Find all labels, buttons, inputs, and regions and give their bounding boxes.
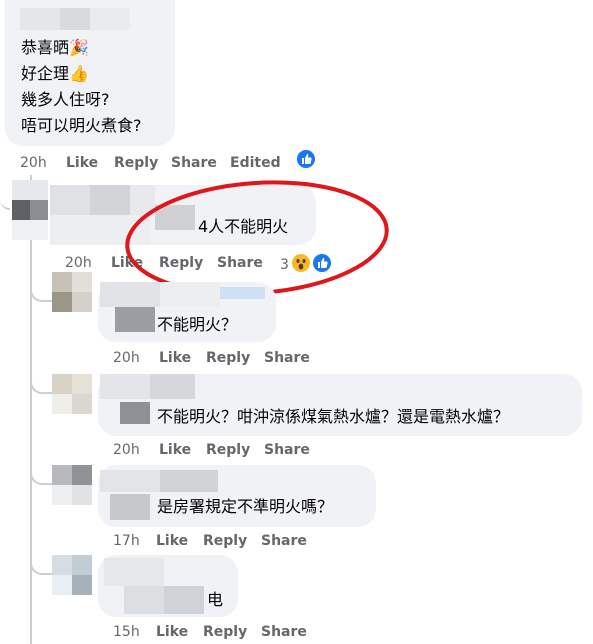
thread-connector-3 bbox=[30, 372, 52, 394]
wow-reaction-icon[interactable] bbox=[290, 252, 312, 274]
comment-line-1: 恭喜晒🎉 bbox=[21, 38, 89, 57]
like-reaction-icon[interactable] bbox=[311, 252, 333, 274]
reply-text: 不能明火？咁沖涼係煤氣熱水爐？還是電熱水爐？ bbox=[157, 407, 510, 426]
share-button[interactable]: Share bbox=[264, 441, 310, 459]
avatar[interactable] bbox=[52, 272, 92, 312]
reply-text: 是房署規定不準明火嗎？ bbox=[157, 497, 334, 516]
author-name-redacted bbox=[20, 8, 130, 30]
reply-time[interactable]: 20h bbox=[65, 254, 92, 272]
reply-time[interactable]: 20h bbox=[113, 441, 140, 459]
reaction-count[interactable]: 3 bbox=[280, 256, 289, 274]
reply-button[interactable]: Reply bbox=[114, 154, 158, 172]
reply-button[interactable]: Reply bbox=[206, 349, 250, 367]
edited-label[interactable]: Edited bbox=[230, 154, 281, 172]
comment-line-4: 唔可以明火煮食? bbox=[21, 116, 142, 135]
reply-button[interactable]: Reply bbox=[206, 441, 250, 459]
reply-text: 不能明火？ bbox=[157, 315, 238, 334]
thread-line-main bbox=[30, 175, 32, 644]
comment-line-2: 好企理👍 bbox=[21, 64, 89, 83]
share-button[interactable]: Share bbox=[261, 532, 307, 550]
avatar[interactable] bbox=[12, 180, 48, 240]
reply-time[interactable]: 17h bbox=[113, 532, 140, 550]
reply-time[interactable]: 20h bbox=[113, 349, 140, 367]
comment-line-3: 幾多人住呀? bbox=[21, 90, 110, 109]
avatar[interactable] bbox=[52, 374, 92, 414]
like-reaction-icon[interactable] bbox=[295, 148, 317, 170]
reply-text: 4人不能明火 bbox=[198, 217, 289, 236]
reply-text: 电 bbox=[207, 590, 224, 609]
share-button[interactable]: Share bbox=[171, 154, 217, 172]
thread-connector-2 bbox=[30, 280, 52, 302]
reply-button[interactable]: Reply bbox=[203, 623, 247, 641]
like-button[interactable]: Like bbox=[111, 254, 143, 272]
avatar[interactable] bbox=[52, 555, 92, 595]
thread-connector-4 bbox=[30, 463, 52, 485]
thread-connector-5 bbox=[30, 553, 52, 575]
reply-button[interactable]: Reply bbox=[159, 254, 203, 272]
like-button[interactable]: Like bbox=[156, 623, 188, 641]
like-button[interactable]: Like bbox=[156, 532, 188, 550]
reply-time[interactable]: 15h bbox=[113, 623, 140, 641]
author-name-redacted bbox=[50, 185, 195, 245]
share-button[interactable]: Share bbox=[261, 623, 307, 641]
like-button[interactable]: Like bbox=[66, 154, 98, 172]
share-button[interactable]: Share bbox=[217, 254, 263, 272]
comment-time[interactable]: 20h bbox=[20, 154, 47, 172]
share-button[interactable]: Share bbox=[264, 349, 310, 367]
like-button[interactable]: Like bbox=[159, 349, 191, 367]
author-name-redacted bbox=[104, 558, 204, 614]
reply-button[interactable]: Reply bbox=[203, 532, 247, 550]
like-button[interactable]: Like bbox=[159, 441, 191, 459]
avatar[interactable] bbox=[52, 465, 92, 505]
thread-connector-1 bbox=[0, 196, 10, 210]
